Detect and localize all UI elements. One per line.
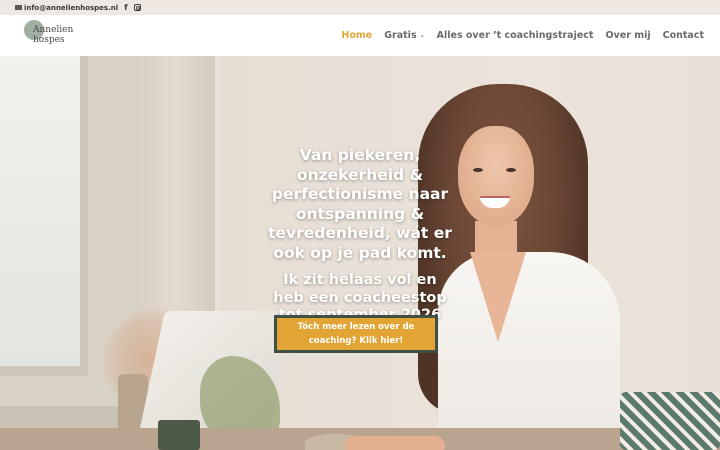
nav-item-contact[interactable]: Contact: [663, 30, 704, 41]
nav-item-coachingstraject[interactable]: Alles over ’t coachingstraject: [437, 30, 594, 41]
woman-arm: [345, 436, 445, 450]
woman-eye-left: [473, 168, 483, 172]
top-bar: info@annelienhospes.nl f: [0, 0, 720, 15]
facebook-icon[interactable]: f: [124, 3, 127, 12]
instagram-icon[interactable]: [133, 4, 141, 11]
nav-item-home[interactable]: Home: [341, 30, 372, 41]
window-glass: [0, 56, 88, 376]
patterned-pillow: [620, 392, 720, 450]
woman-face: [458, 126, 534, 226]
chevron-down-icon: ⌄: [419, 32, 425, 39]
cta-button[interactable]: Tóch meer lezen over de coaching? Klik h…: [274, 315, 438, 353]
site-logo[interactable]: Annelien hospes: [24, 20, 84, 52]
hero-heading: Van piekeren, onzekerheid & perfectionis…: [268, 146, 452, 262]
nav-item-over-mij[interactable]: Over mij: [605, 30, 650, 41]
main-nav: Home Gratis ⌄ Alles over ’t coachingstraj…: [341, 15, 704, 56]
logo-text: Annelien hospes: [33, 25, 74, 45]
email-text: info@annelienhospes.nl: [24, 3, 119, 12]
woman-eye-right: [506, 168, 516, 172]
woman-blouse: [438, 252, 620, 450]
hero-section: Van piekeren, onzekerheid & perfectionis…: [0, 56, 720, 450]
hero-text-block: Van piekeren, onzekerheid & perfectionis…: [268, 146, 452, 325]
email-link[interactable]: info@annelienhospes.nl: [15, 4, 118, 12]
nav-item-gratis[interactable]: Gratis ⌄: [384, 30, 424, 41]
mail-icon: [15, 5, 22, 10]
candle-holder: [158, 420, 200, 450]
site-header: Annelien hospes Home Gratis ⌄ Alles over …: [0, 15, 720, 56]
